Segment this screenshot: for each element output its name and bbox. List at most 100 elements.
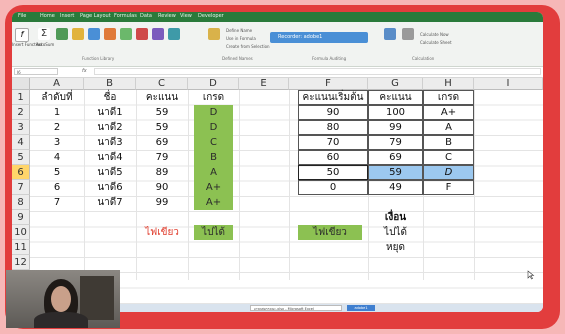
condition-header-cell[interactable]: เงื่อน [368, 210, 423, 225]
row-header-9[interactable]: 9 [12, 210, 30, 225]
order-cell[interactable]: 4 [30, 150, 84, 165]
tab-data[interactable]: Data [140, 13, 152, 19]
recently-used-icon[interactable] [56, 28, 68, 40]
score-cell[interactable]: 59 [136, 105, 188, 120]
status-label-cell[interactable]: ไฟเขียว [136, 225, 188, 240]
score-range-cell[interactable]: 79 [368, 135, 423, 150]
header-grade-lookup[interactable]: เกรด [423, 90, 474, 105]
define-name-button[interactable]: Define Name [226, 28, 252, 33]
column-header-d[interactable]: D [188, 78, 239, 90]
column-header-g[interactable]: G [368, 78, 423, 90]
row-header-6[interactable]: 6 [12, 165, 30, 180]
math-trig-icon[interactable] [152, 28, 164, 40]
grade-cell[interactable]: A [194, 165, 233, 180]
create-from-selection-button[interactable]: Create from Selection [226, 44, 270, 49]
score-cell[interactable]: 90 [136, 180, 188, 195]
grade-lookup-cell[interactable]: B [423, 135, 474, 150]
header-score-range[interactable]: คะแนน [368, 90, 423, 105]
grade-lookup-cell[interactable]: A+ [423, 105, 474, 120]
score-range-cell[interactable]: 100 [368, 105, 423, 120]
header-name[interactable]: ชื่อ [84, 90, 136, 105]
start-score-cell[interactable]: 60 [298, 150, 368, 165]
name-cell[interactable]: นาดี6 [84, 180, 136, 195]
score-cell[interactable]: 69 [136, 135, 188, 150]
score-range-cell[interactable]: 69 [368, 150, 423, 165]
grade-lookup-cell[interactable]: A [423, 120, 474, 135]
header-grade[interactable]: เกรด [188, 90, 239, 105]
score-cell[interactable]: 59 [136, 120, 188, 135]
tab-file[interactable]: File [18, 13, 26, 19]
header-start-score[interactable]: คะแนนเริ่มต้น [298, 90, 368, 105]
row-header-2[interactable]: 2 [12, 105, 30, 120]
lookup-reference-icon[interactable] [136, 28, 148, 40]
start-score-cell[interactable]: 90 [298, 105, 368, 120]
start-score-cell[interactable]: 80 [298, 120, 368, 135]
column-header-e[interactable]: E [239, 78, 289, 90]
column-header-c[interactable]: C [136, 78, 188, 90]
grade-cell[interactable]: B [194, 150, 233, 165]
order-cell[interactable]: 3 [30, 135, 84, 150]
row-header-11[interactable]: 11 [12, 240, 30, 255]
score-range-cell[interactable]: 49 [368, 180, 423, 195]
name-cell[interactable]: นาดี5 [84, 165, 136, 180]
tab-insert[interactable]: Insert [60, 13, 74, 19]
tab-page-layout[interactable]: Page Layout [80, 13, 111, 19]
recorder-notification[interactable]: Recorder: adobe1 [270, 32, 368, 43]
score-cell[interactable]: 79 [136, 150, 188, 165]
row-header-3[interactable]: 3 [12, 120, 30, 135]
header-score[interactable]: คะแนน [136, 90, 188, 105]
order-cell[interactable]: 7 [30, 195, 84, 210]
row-header-8[interactable]: 8 [12, 195, 30, 210]
order-cell[interactable]: 1 [30, 105, 84, 120]
taskbar-recorder-tab[interactable]: adobe1 [347, 305, 375, 311]
score-cell[interactable]: 89 [136, 165, 188, 180]
row-header-7[interactable]: 7 [12, 180, 30, 195]
score-range-cell[interactable]: 99 [368, 120, 423, 135]
header-order[interactable]: ลำดับที่ [30, 90, 84, 105]
condition-stop-cell[interactable]: หยุด [368, 240, 423, 255]
row-header-10[interactable]: 10 [12, 225, 30, 240]
more-functions-icon[interactable] [168, 28, 180, 40]
name-cell[interactable]: นาดี4 [84, 150, 136, 165]
grade-cell[interactable]: C [194, 135, 233, 150]
autosum-icon[interactable]: Σ [38, 28, 50, 40]
grade-lookup-cell[interactable]: C [423, 150, 474, 165]
row-header-12[interactable]: 12 [12, 255, 30, 270]
column-header-a[interactable]: A [30, 78, 84, 90]
date-time-icon[interactable] [120, 28, 132, 40]
score-range-cell[interactable]: 59 [368, 165, 423, 180]
grade-cell[interactable]: D [194, 105, 233, 120]
formula-input[interactable] [94, 68, 541, 75]
name-cell[interactable]: นาดี2 [84, 120, 136, 135]
name-cell[interactable]: นาดี3 [84, 135, 136, 150]
row-header-4[interactable]: 4 [12, 135, 30, 150]
start-score-cell[interactable]: 0 [298, 180, 368, 195]
grade-lookup-cell[interactable]: D [423, 165, 474, 180]
score-cell[interactable]: 99 [136, 195, 188, 210]
use-in-formula-button[interactable]: Use in Formula [226, 36, 256, 41]
order-cell[interactable]: 5 [30, 165, 84, 180]
logical-icon[interactable] [88, 28, 100, 40]
tab-review[interactable]: Review [158, 13, 176, 19]
order-cell[interactable]: 6 [30, 180, 84, 195]
start-score-cell[interactable]: 50 [298, 165, 368, 180]
start-score-cell[interactable]: 70 [298, 135, 368, 150]
status-result-cell[interactable]: ไปได้ [194, 225, 233, 240]
name-cell[interactable]: นาดี1 [84, 105, 136, 120]
grade-lookup-cell[interactable]: F [423, 180, 474, 195]
select-all-corner[interactable] [12, 78, 30, 90]
taskbar-excel-tab[interactable]: เกรดสมรรถนะ.xlsx - Microsoft Excel [250, 305, 342, 311]
column-header-h[interactable]: H [423, 78, 474, 90]
column-header-b[interactable]: B [84, 78, 136, 90]
order-cell[interactable]: 2 [30, 120, 84, 135]
fx-icon[interactable]: fx [82, 68, 87, 74]
column-header-f[interactable]: F [289, 78, 368, 90]
calculation-options-icon[interactable] [402, 28, 414, 40]
tab-developer[interactable]: Developer [198, 13, 224, 19]
tab-home[interactable]: Home [40, 13, 55, 19]
text-icon[interactable] [104, 28, 116, 40]
column-header-i[interactable]: I [474, 78, 543, 90]
condition-label-cell[interactable]: ไฟเขียว [298, 225, 362, 240]
grade-cell[interactable]: A+ [194, 180, 233, 195]
condition-pass-cell[interactable]: ไปได้ [368, 225, 423, 240]
